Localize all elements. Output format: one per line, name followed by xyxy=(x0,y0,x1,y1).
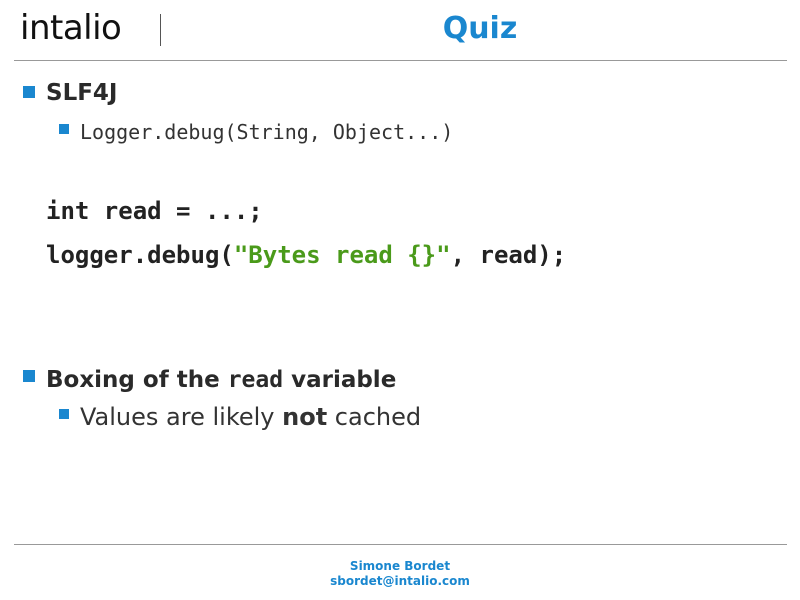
bullet-label: Boxing of the read variable xyxy=(46,365,396,395)
bullet-square-icon xyxy=(23,86,35,98)
sub-bullet-label: Logger.debug(String, Object...) xyxy=(80,120,454,144)
sub-bullet-square-icon xyxy=(59,124,69,134)
code-line-1: int read = ...; xyxy=(46,197,263,225)
sub-bullet-post: cached xyxy=(327,403,422,431)
top-rule xyxy=(14,60,787,61)
bullet-label-code: read xyxy=(227,367,284,393)
code-line-2-string: "Bytes read {}" xyxy=(233,241,451,269)
bottom-rule xyxy=(14,544,787,545)
bullet-label-pre: Boxing of the xyxy=(46,367,228,393)
code-line-2: logger.debug("Bytes read {}", read); xyxy=(46,239,566,271)
intalio-logo: intalio xyxy=(20,8,122,48)
bullet-label: SLF4J xyxy=(46,80,118,106)
slide-title: Quiz xyxy=(442,11,518,46)
bullet-square-icon xyxy=(23,370,35,382)
sub-bullet-square-icon xyxy=(59,409,69,419)
sub-bullet-bold: not xyxy=(282,403,328,431)
code-line-2-call: logger.debug( xyxy=(46,241,234,269)
footer-email: sbordet@intalio.com xyxy=(330,574,470,588)
bullet-label-post: variable xyxy=(283,367,397,393)
sub-bullet-pre: Values are likely xyxy=(80,403,283,431)
sub-bullet-label: Values are likely not cached xyxy=(80,402,421,432)
code-line-2-args: , read); xyxy=(450,241,567,269)
footer-author: Simone Bordet xyxy=(349,559,451,573)
